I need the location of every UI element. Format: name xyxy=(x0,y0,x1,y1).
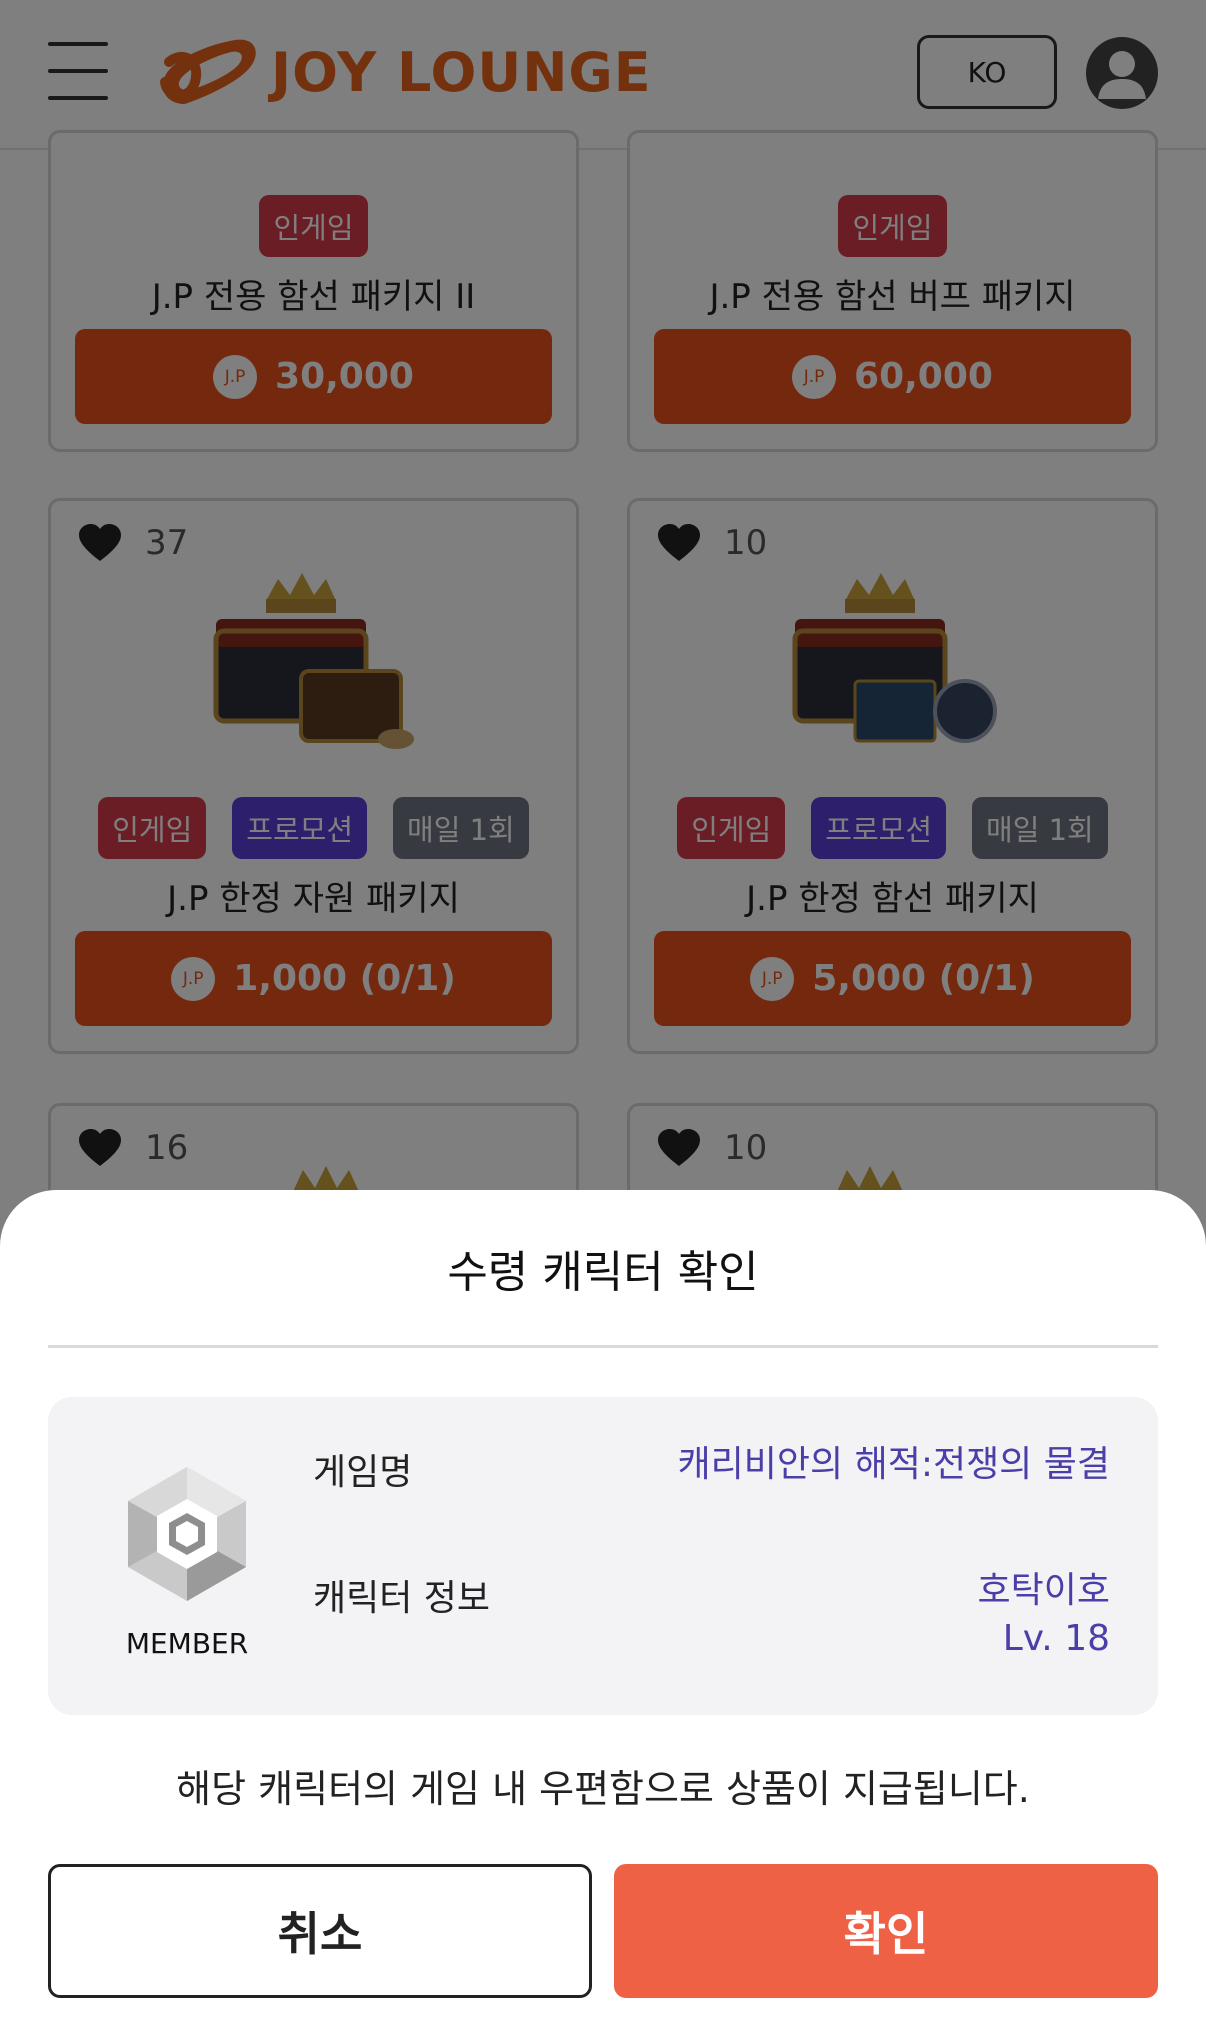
sheet-title: 수령 캐릭터 확인 xyxy=(447,1247,759,1298)
character-info-label: 캐릭터 정보 xyxy=(313,1578,491,1619)
character-level-value: Lv. 18 xyxy=(1002,1618,1110,1659)
delivery-notice: 해당 캐릭터의 게임 내 우편함으로 상품이 지급됩니다. xyxy=(176,1767,1030,1811)
character-info-box: MEMBER 게임명 캐리비안의 해적:전쟁의 물결 캐릭터 정보 호탁이호 L… xyxy=(48,1397,1158,1715)
character-confirm-sheet: 수령 캐릭터 확인 MEMBER 게임명 캐리비안의 해적:전쟁의 물결 캐릭터… xyxy=(0,1190,1206,2043)
member-grade-label: MEMBER xyxy=(125,1627,249,1660)
character-name-value: 호탁이호 xyxy=(977,1570,1110,1611)
member-grade-icon xyxy=(128,1467,246,1601)
game-name-label: 게임명 xyxy=(313,1452,413,1493)
cancel-button[interactable]: 취소 xyxy=(48,1864,592,1998)
divider xyxy=(48,1345,1158,1348)
game-name-value: 캐리비안의 해적:전쟁의 물결 xyxy=(677,1444,1110,1485)
confirm-button[interactable]: 확인 xyxy=(614,1864,1158,1998)
